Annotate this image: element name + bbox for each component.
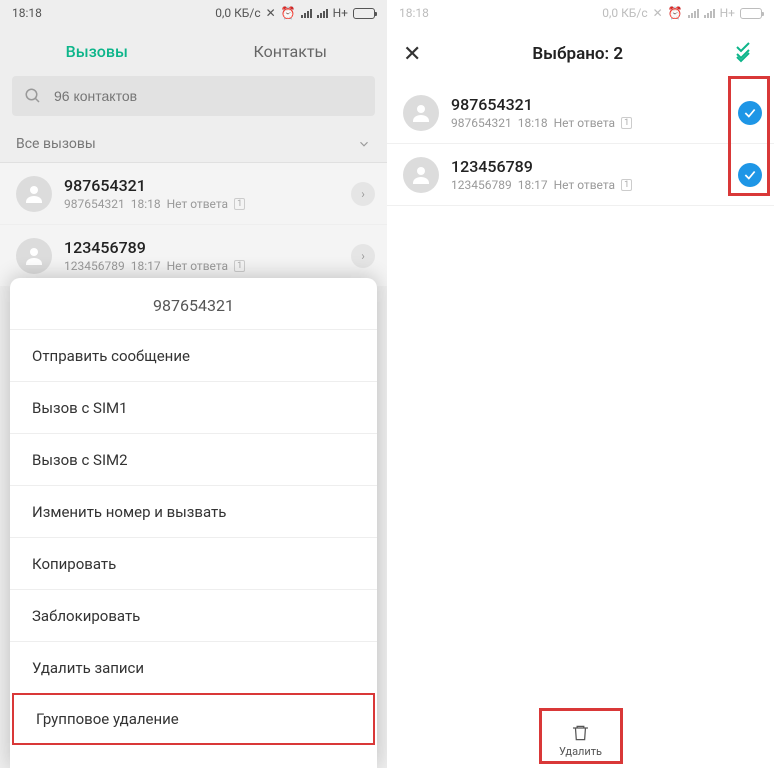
delete-label: Удалить bbox=[559, 745, 602, 758]
tab-calls[interactable]: Вызовы bbox=[0, 42, 194, 61]
menu-edit-call[interactable]: Изменить номер и вызвать bbox=[10, 485, 377, 537]
screen-selection: 18:18 0,0 КБ/с ✕ ⏰ H+ ✕ Выбрано: 2 98765… bbox=[387, 0, 774, 768]
top-tabs: Вызовы Контакты bbox=[0, 26, 387, 76]
selection-title: Выбрано: 2 bbox=[532, 44, 623, 64]
signal-icon-2 bbox=[317, 8, 328, 18]
call-meta: 123456789 18:17 Нет ответа 1 bbox=[451, 178, 726, 192]
avatar bbox=[16, 238, 52, 274]
menu-block[interactable]: Заблокировать bbox=[10, 589, 377, 641]
call-meta: 123456789 18:17 Нет ответа 1 bbox=[64, 259, 339, 273]
sim-badge: 1 bbox=[621, 117, 632, 129]
battery-icon bbox=[740, 8, 762, 19]
status-time: 18:18 bbox=[12, 6, 42, 20]
sim-badge: 1 bbox=[234, 260, 245, 272]
context-menu-sheet: 987654321 Отправить сообщение Вызов с SI… bbox=[10, 278, 377, 768]
selection-item[interactable]: 123456789 123456789 18:17 Нет ответа 1 bbox=[387, 144, 774, 206]
selection-item[interactable]: 987654321 987654321 18:18 Нет ответа 1 bbox=[387, 82, 774, 144]
menu-call-sim2[interactable]: Вызов с SIM2 bbox=[10, 433, 377, 485]
call-item[interactable]: 987654321 987654321 18:18 Нет ответа 1 › bbox=[0, 163, 387, 225]
search-icon bbox=[24, 87, 42, 105]
tab-contacts[interactable]: Контакты bbox=[194, 42, 388, 61]
alarm-icon: ⏰ bbox=[668, 6, 683, 20]
screen-call-log: 18:18 0,0 КБ/с ✕ ⏰ H+ Вызовы Контакты Вс… bbox=[0, 0, 387, 768]
status-bar: 18:18 0,0 КБ/с ✕ ⏰ H+ bbox=[0, 0, 387, 26]
search-input[interactable] bbox=[54, 88, 363, 104]
status-speed: 0,0 КБ/с bbox=[215, 6, 260, 20]
close-icon[interactable]: ✕ bbox=[403, 42, 421, 67]
network-label: H+ bbox=[333, 6, 348, 20]
detail-button[interactable]: › bbox=[351, 182, 375, 206]
call-info: 987654321 987654321 18:18 Нет ответа 1 bbox=[451, 95, 726, 130]
call-info: 987654321 987654321 18:18 Нет ответа 1 bbox=[64, 176, 339, 211]
filter-row[interactable]: Все вызовы bbox=[0, 126, 387, 163]
alarm-icon: ⏰ bbox=[281, 6, 296, 20]
call-info: 123456789 123456789 18:17 Нет ответа 1 bbox=[64, 238, 339, 273]
menu-delete-records[interactable]: Удалить записи bbox=[10, 641, 377, 693]
signal-icon bbox=[688, 8, 699, 18]
battery-icon bbox=[353, 8, 375, 19]
search-bar[interactable] bbox=[12, 76, 375, 116]
selection-header: ✕ Выбрано: 2 bbox=[387, 26, 774, 82]
status-right: 0,0 КБ/с ✕ ⏰ H+ bbox=[215, 6, 375, 20]
menu-copy[interactable]: Копировать bbox=[10, 537, 377, 589]
sim-badge: 1 bbox=[621, 179, 632, 191]
menu-call-sim1[interactable]: Вызов с SIM1 bbox=[10, 381, 377, 433]
status-time: 18:18 bbox=[399, 6, 429, 20]
sim-badge: 1 bbox=[234, 198, 245, 210]
select-all-icon[interactable] bbox=[734, 40, 758, 68]
menu-send-message[interactable]: Отправить сообщение bbox=[10, 329, 377, 381]
detail-button[interactable]: › bbox=[351, 244, 375, 268]
call-number: 987654321 bbox=[64, 176, 339, 195]
trash-icon bbox=[570, 723, 590, 743]
dnd-icon: ✕ bbox=[266, 6, 276, 20]
checkbox-selected[interactable] bbox=[738, 163, 762, 187]
call-number: 123456789 bbox=[64, 238, 339, 257]
status-right: 0,0 КБ/с ✕ ⏰ H+ bbox=[602, 6, 762, 20]
delete-button[interactable]: Удалить bbox=[559, 723, 602, 758]
call-meta: 987654321 18:18 Нет ответа 1 bbox=[451, 116, 726, 130]
status-bar: 18:18 0,0 КБ/с ✕ ⏰ H+ bbox=[387, 0, 774, 26]
chevron-down-icon bbox=[357, 137, 371, 151]
signal-icon bbox=[301, 8, 312, 18]
call-info: 123456789 123456789 18:17 Нет ответа 1 bbox=[451, 157, 726, 192]
avatar bbox=[16, 176, 52, 212]
dnd-icon: ✕ bbox=[653, 6, 663, 20]
call-meta: 987654321 18:18 Нет ответа 1 bbox=[64, 197, 339, 211]
call-number: 123456789 bbox=[451, 157, 726, 176]
menu-group-delete[interactable]: Групповое удаление bbox=[12, 693, 375, 745]
avatar bbox=[403, 95, 439, 131]
filter-label: Все вызовы bbox=[16, 136, 96, 152]
checkbox-selected[interactable] bbox=[738, 101, 762, 125]
status-speed: 0,0 КБ/с bbox=[602, 6, 647, 20]
call-number: 987654321 bbox=[451, 95, 726, 114]
sheet-title: 987654321 bbox=[10, 278, 377, 329]
network-label: H+ bbox=[720, 6, 735, 20]
avatar bbox=[403, 157, 439, 193]
signal-icon-2 bbox=[704, 8, 715, 18]
